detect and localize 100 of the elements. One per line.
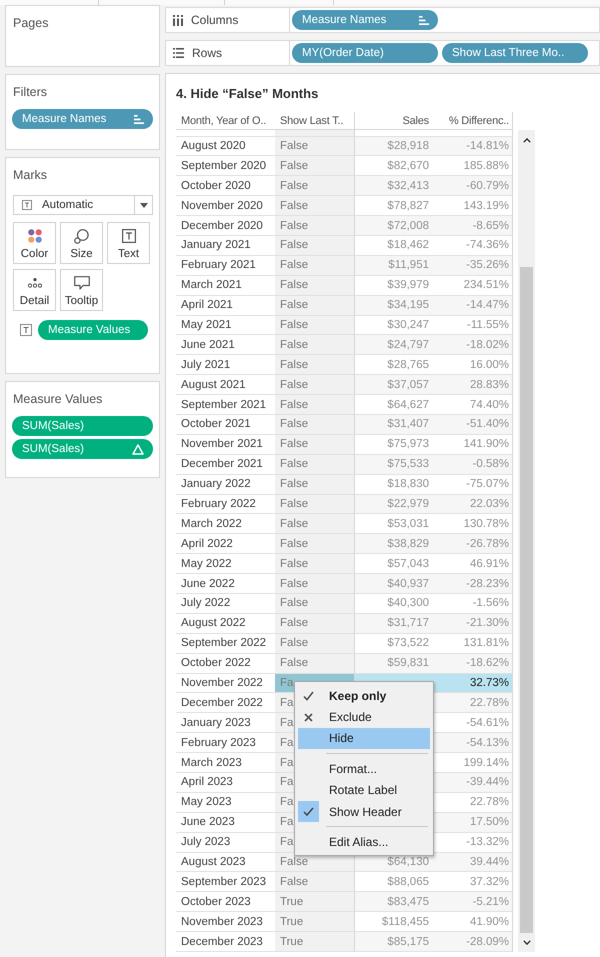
flag-value: False [280, 180, 308, 192]
sales-value: $72,008 [387, 220, 429, 232]
month-label: July 2022 [181, 597, 230, 610]
flag-value: False [280, 200, 308, 212]
flag-value: False [280, 279, 308, 292]
difference-value: -28.09% [466, 936, 509, 948]
flag-value: False [280, 239, 308, 252]
check-icon [298, 801, 319, 822]
sort-icon [419, 16, 429, 24]
rows-icon [173, 48, 184, 58]
flag-value: False [280, 438, 308, 450]
menu-item[interactable]: Rotate Label [298, 780, 430, 801]
flag-value: False [280, 578, 308, 590]
scrollbar-thumb[interactable] [520, 267, 533, 934]
flag-value: Fa [280, 716, 294, 729]
difference-value: 32.73% [470, 676, 509, 689]
menu-item[interactable]: Show Header [298, 800, 430, 822]
check-icon [303, 690, 314, 701]
month-label: February 2021 [181, 259, 256, 272]
sales-value: $11,951 [388, 259, 429, 272]
scroll-down-icon[interactable] [522, 940, 530, 946]
difference-value: 46.91% [470, 558, 509, 570]
sales-value: $75,533 [387, 458, 429, 470]
month-label: January 2021 [181, 239, 251, 252]
month-label: June 2021 [181, 338, 235, 351]
detail-button[interactable]: Detail [13, 269, 56, 311]
difference-value: 37.32% [470, 876, 509, 888]
size-button[interactable]: Size [60, 222, 103, 264]
sales-value: $53,031 [387, 518, 429, 530]
menu-item[interactable]: Format... [298, 758, 430, 780]
sort-icon [134, 114, 144, 124]
speech-bubble-icon [74, 276, 90, 290]
sales-value: $83,475 [387, 896, 429, 908]
menu-item[interactable]: Edit Alias... [298, 831, 430, 853]
flag-value: True [280, 896, 304, 908]
difference-value: 22.03% [470, 498, 509, 510]
flag-value: False [280, 478, 308, 490]
month-label: October 2022 [181, 657, 251, 670]
month-label: November 2022 [181, 676, 263, 689]
sheet-title: 4. Hide “False” Months [176, 85, 318, 103]
sales-value: $28,918 [387, 140, 429, 152]
sales-value: $40,300 [387, 597, 429, 610]
difference-value: -35.26% [466, 259, 509, 272]
difference-value: -28.23% [466, 578, 509, 590]
menu-item[interactable]: Hide [298, 728, 430, 750]
month-label: December 2022 [181, 696, 263, 709]
color-button[interactable]: Color [13, 222, 56, 264]
month-label: July 2021 [181, 358, 230, 371]
tooltip-button[interactable]: Tooltip [60, 269, 103, 311]
difference-value: -18.02% [466, 338, 509, 351]
flag-value: True [280, 936, 304, 948]
difference-value: 22.78% [470, 796, 509, 808]
month-label: May 2023 [181, 796, 232, 808]
card-title: Filters [13, 84, 48, 100]
month-label: November 2020 [181, 200, 263, 212]
difference-value: 199.14% [464, 756, 509, 769]
sales-value: $30,247 [387, 318, 429, 331]
difference-value: 17.50% [470, 816, 509, 828]
mark-type-dropdown[interactable]: Automatic [13, 195, 153, 215]
month-label: June 2022 [181, 578, 235, 590]
sales-value: $31,717 [387, 617, 429, 630]
flag-value: False [280, 338, 308, 351]
difference-value: -39.44% [466, 776, 509, 788]
column-header: Sales [402, 114, 429, 126]
month-label: February 2023 [181, 736, 256, 749]
month-label: December 2020 [181, 220, 263, 232]
difference-value: -8.65% [472, 220, 509, 232]
month-label: August 2021 [181, 378, 246, 391]
sales-value: $24,797 [387, 338, 429, 351]
sales-value: $64,130 [387, 856, 429, 868]
menu-item[interactable]: Exclude [298, 706, 430, 728]
flag-value: Fa [280, 836, 294, 848]
flag-value: False [280, 876, 308, 888]
month-label: April 2021 [181, 299, 233, 312]
x-icon [304, 712, 313, 722]
flag-value: False [280, 637, 308, 650]
difference-value: 22.78% [470, 696, 509, 709]
dots-icon [28, 278, 42, 288]
month-label: November 2023 [181, 916, 263, 928]
difference-value: -13.32% [466, 836, 509, 848]
sales-value: $78,827 [387, 200, 429, 212]
month-label: September 2023 [181, 876, 266, 888]
scroll-up-icon[interactable] [522, 138, 530, 142]
text-button[interactable]: Text [107, 222, 150, 264]
caret-down-icon [140, 202, 148, 208]
month-label: April 2022 [181, 538, 233, 550]
color-dots-icon [28, 229, 42, 243]
month-label: January 2023 [181, 716, 251, 729]
flag-value: False [280, 418, 308, 430]
month-label: March 2021 [181, 279, 242, 292]
month-label: September 2021 [181, 398, 266, 411]
sales-value: $28,765 [387, 358, 429, 371]
difference-value: -75.07% [466, 478, 509, 490]
sales-value: $73,522 [387, 637, 429, 650]
difference-value: 130.78% [464, 518, 509, 530]
column-header: % Differenc.. [448, 114, 509, 126]
text-encoding-icon[interactable] [20, 324, 32, 336]
month-label: December 2023 [181, 936, 263, 948]
difference-value: 141.90% [464, 438, 509, 450]
difference-value: 185.88% [464, 160, 509, 172]
